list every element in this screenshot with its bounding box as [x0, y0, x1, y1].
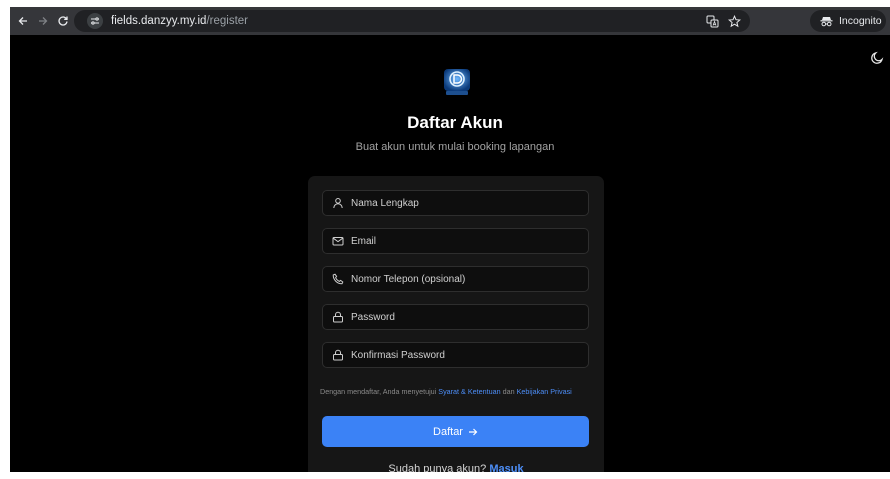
confirm-password-field[interactable]: [322, 342, 589, 368]
user-icon: [332, 197, 344, 209]
terms-prefix: Dengan mendaftar, Anda menyetujui: [320, 387, 439, 396]
bottom-edge: [0, 472, 890, 479]
moon-icon: [871, 51, 884, 64]
phone-icon: [332, 273, 344, 285]
arrow-left-icon: [18, 17, 27, 25]
site-info-button[interactable]: [87, 13, 103, 29]
email-input[interactable]: [351, 235, 581, 247]
address-bar[interactable]: fields.danzyy.my.id/register: [74, 10, 750, 32]
browser-toolbar: fields.danzyy.my.id/register Incognito: [10, 7, 890, 35]
full-name-field[interactable]: [322, 190, 589, 216]
terms-middle: dan: [500, 387, 517, 396]
reload-button[interactable]: [52, 7, 74, 35]
url-text[interactable]: fields.danzyy.my.id/register: [111, 10, 248, 32]
app-logo-icon: [444, 69, 470, 95]
back-button[interactable]: [12, 7, 34, 35]
terms-link[interactable]: Syarat & Ketentuan: [438, 387, 500, 396]
page-title: Daftar Akun: [407, 113, 503, 132]
browser-window: fields.danzyy.my.id/register Incognito D…: [10, 7, 890, 479]
incognito-icon: [820, 16, 833, 26]
translate-button[interactable]: [704, 13, 720, 29]
phone-field[interactable]: [322, 266, 589, 292]
register-submit-button[interactable]: Daftar: [322, 416, 589, 447]
lock-icon: [332, 311, 344, 323]
password-input[interactable]: [351, 311, 581, 323]
register-form-card: Dengan mendaftar, Anda menyetujui Syarat…: [308, 176, 604, 479]
submit-label: Daftar: [433, 425, 463, 438]
incognito-badge[interactable]: Incognito: [810, 10, 886, 32]
register-page: Daftar Akun Buat akun untuk mulai bookin…: [10, 35, 890, 479]
url-host: fields.danzyy.my.id: [111, 15, 207, 27]
arrow-right-icon: [468, 428, 478, 435]
app-logo: [440, 67, 474, 97]
password-field[interactable]: [322, 304, 589, 330]
incognito-label: Incognito: [839, 15, 882, 27]
full-name-input[interactable]: [351, 197, 581, 209]
reload-icon: [58, 16, 68, 26]
forward-button[interactable]: [32, 7, 54, 35]
page-subtitle: Buat akun untuk mulai booking lapangan: [355, 141, 555, 153]
confirm-password-input[interactable]: [351, 349, 581, 361]
mail-icon: [332, 235, 344, 247]
theme-toggle-button[interactable]: [868, 49, 886, 67]
lock-icon: [332, 349, 344, 361]
arrow-right-icon: [39, 17, 48, 25]
star-icon: [727, 14, 741, 27]
tune-icon: [91, 17, 99, 25]
privacy-link[interactable]: Kebijakan Privasi: [517, 387, 572, 396]
terms-notice: Dengan mendaftar, Anda menyetujui Syarat…: [320, 387, 596, 397]
translate-icon: [706, 15, 718, 27]
url-path: /register: [206, 15, 248, 27]
phone-input[interactable]: [351, 273, 581, 285]
email-field[interactable]: [322, 228, 589, 254]
bookmark-button[interactable]: [726, 13, 742, 29]
